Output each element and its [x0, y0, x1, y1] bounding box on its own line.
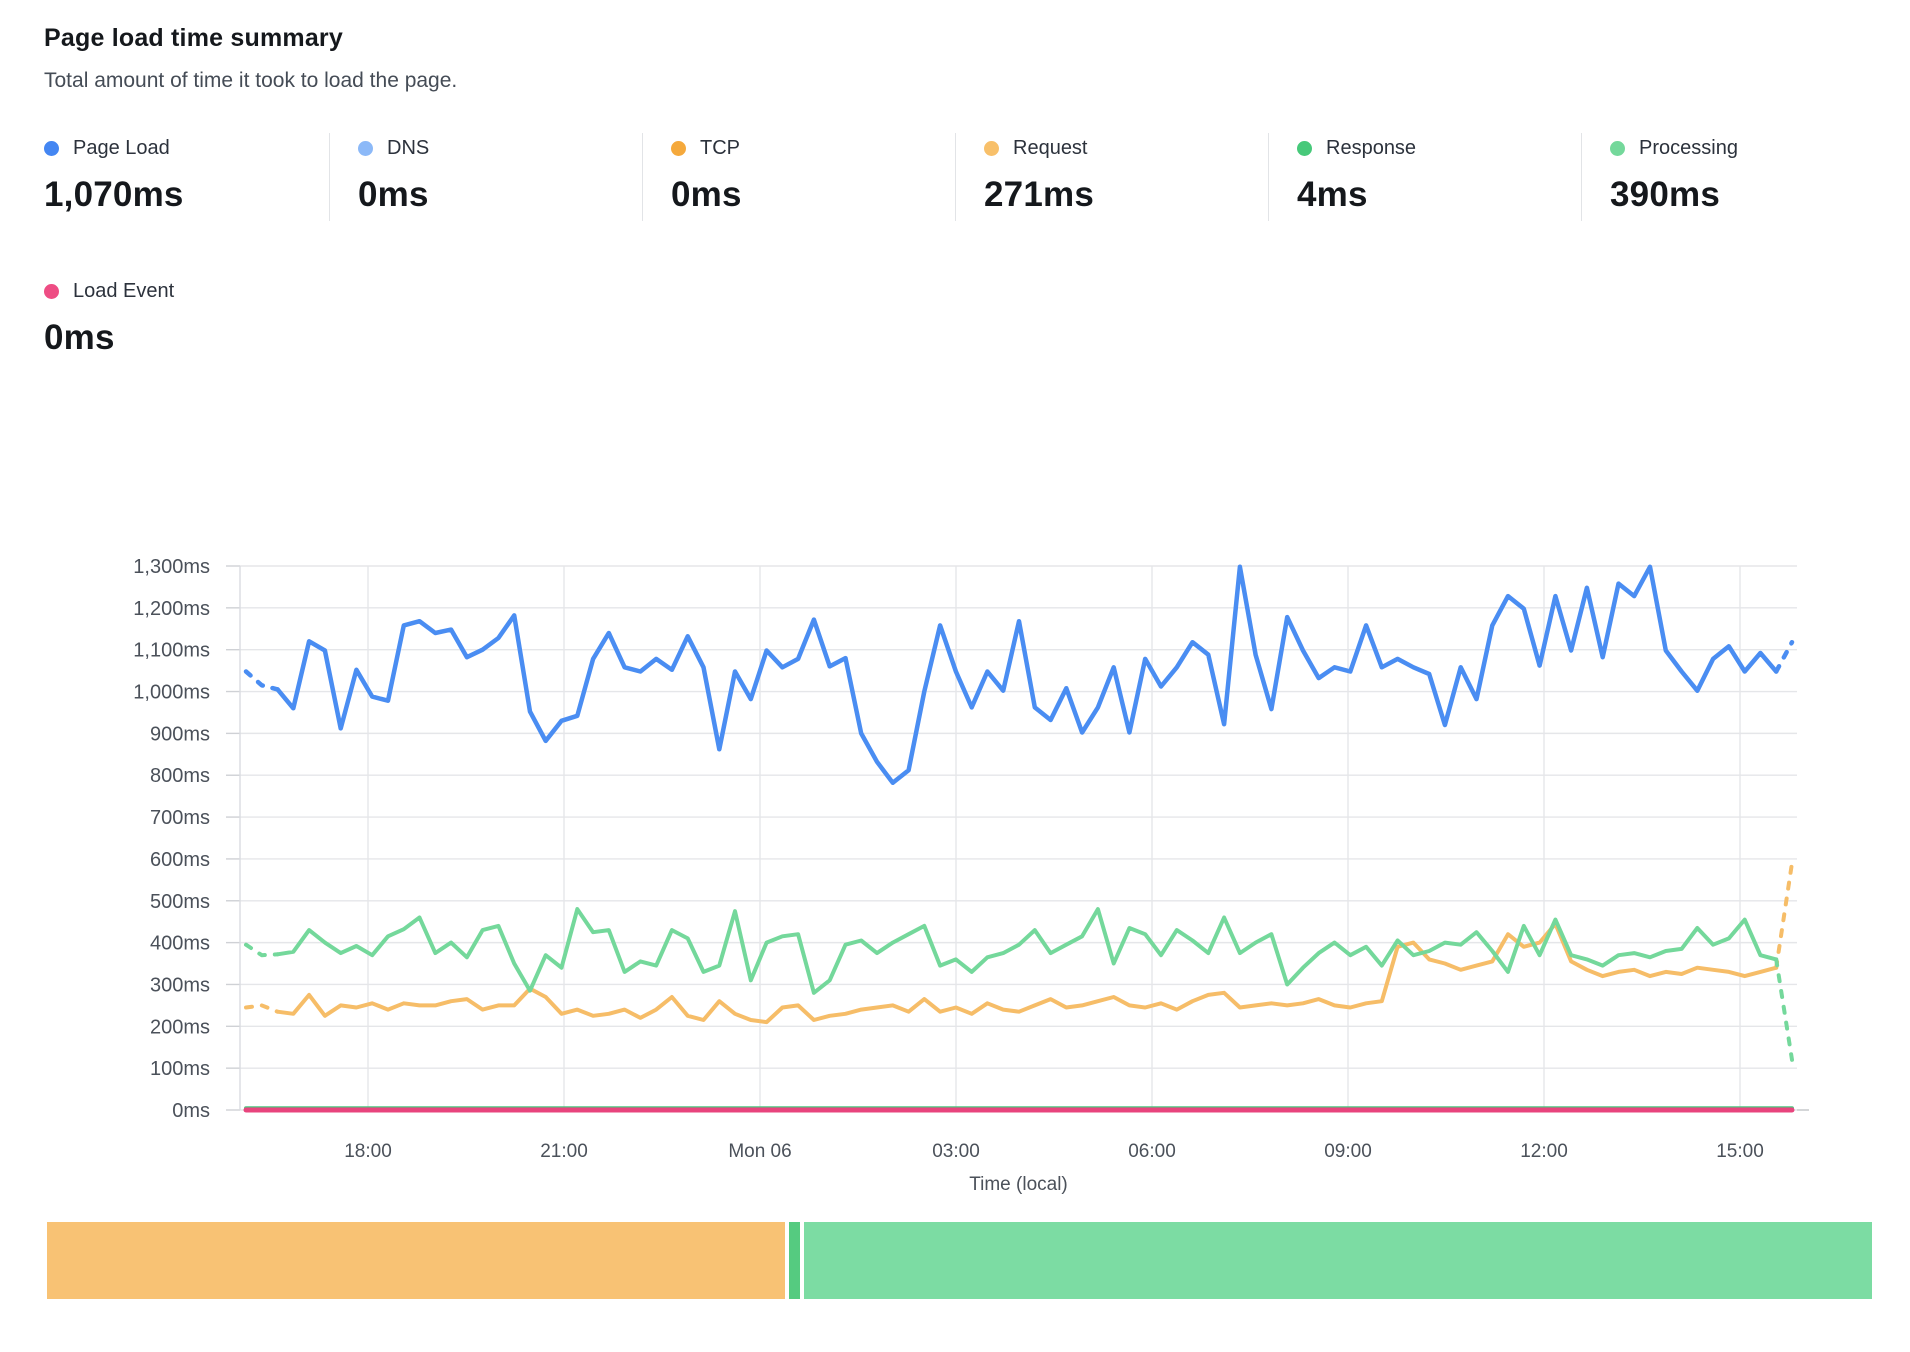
- y-axis-tick-label: 700ms: [150, 807, 210, 829]
- stat-value: 0ms: [671, 175, 955, 215]
- header: Page load time summary Total amount of t…: [44, 24, 457, 93]
- page-load-legend-dot: [44, 141, 59, 156]
- metric-summary-row-2: Load Event 0ms: [16, 276, 329, 364]
- stat-label: Processing: [1639, 137, 1738, 160]
- load-event-legend-dot: [44, 284, 59, 299]
- series-dashed-tail: [1776, 642, 1792, 671]
- metric-summary-row: Page Load 1,070ms DNS 0ms TCP 0ms Reques…: [16, 133, 1894, 221]
- stat-load-event: Load Event 0ms: [16, 276, 329, 364]
- request-legend-dot: [984, 141, 999, 156]
- y-axis-tick-label: 100ms: [150, 1058, 210, 1080]
- x-axis-title: Time (local): [969, 1174, 1068, 1195]
- stat-page-load: Page Load 1,070ms: [16, 133, 329, 221]
- stat-dns: DNS 0ms: [329, 133, 642, 221]
- y-axis-tick-label: 500ms: [150, 891, 210, 913]
- x-axis-tick-label: 06:00: [1128, 1141, 1176, 1162]
- timeline-bar-segment[interactable]: [47, 1222, 785, 1299]
- series-dashed-tail: [1776, 863, 1792, 968]
- response-legend-dot: [1297, 141, 1312, 156]
- series-line-processing: [278, 909, 1777, 993]
- stat-value: 0ms: [358, 175, 642, 215]
- y-axis-tick-label: 1,000ms: [133, 682, 210, 704]
- timeline-status-bar[interactable]: [47, 1222, 1864, 1299]
- stat-tcp: TCP 0ms: [642, 133, 955, 221]
- series-dashed-lead: [246, 945, 278, 956]
- y-axis-tick-label: 800ms: [150, 765, 210, 787]
- timeline-bar-segment[interactable]: [789, 1222, 800, 1299]
- page-load-time-summary-panel: Page load time summary Total amount of t…: [0, 0, 1910, 1352]
- y-axis-tick-label: 400ms: [150, 933, 210, 955]
- series-line-page-load: [278, 567, 1777, 783]
- stat-request: Request 271ms: [955, 133, 1268, 221]
- y-axis-tick-label: 1,100ms: [133, 640, 210, 662]
- stat-value: 4ms: [1297, 175, 1581, 215]
- y-axis-tick-label: 200ms: [150, 1016, 210, 1038]
- series-dashed-lead: [246, 1005, 278, 1011]
- x-axis-tick-label: 03:00: [932, 1141, 980, 1162]
- x-axis-tick-label: 12:00: [1520, 1141, 1568, 1162]
- dns-legend-dot: [358, 141, 373, 156]
- chart-canvas[interactable]: 0ms 100ms 200ms 300ms 400ms 500ms 600ms 700ms 80…: [0, 420, 1910, 1220]
- y-axis-tick-label: 900ms: [150, 723, 210, 745]
- tcp-legend-dot: [671, 141, 686, 156]
- series-dashed-lead: [246, 672, 278, 690]
- stat-label: Response: [1326, 137, 1416, 160]
- stat-label: TCP: [700, 137, 740, 160]
- x-axis-tick-label: 18:00: [344, 1141, 392, 1162]
- stat-label: Page Load: [73, 137, 170, 160]
- page-title: Page load time summary: [44, 24, 457, 53]
- processing-legend-dot: [1610, 141, 1625, 156]
- stat-response: Response 4ms: [1268, 133, 1581, 221]
- stat-processing: Processing 390ms: [1581, 133, 1894, 221]
- x-axis-tick-label: 15:00: [1716, 1141, 1764, 1162]
- y-axis-tick-label: 600ms: [150, 849, 210, 871]
- y-axis-tick-label: 1,200ms: [133, 598, 210, 620]
- x-axis-tick-label: 21:00: [540, 1141, 588, 1162]
- y-axis-tick-label: 0ms: [172, 1100, 210, 1122]
- y-axis-tick-label: 1,300ms: [133, 556, 210, 578]
- load-time-line-chart[interactable]: 0ms 100ms 200ms 300ms 400ms 500ms 600ms 700ms 80…: [0, 420, 1910, 1220]
- stat-label: Request: [1013, 137, 1088, 160]
- stat-value: 0ms: [44, 318, 329, 358]
- stat-value: 271ms: [984, 175, 1268, 215]
- series-dashed-tail: [1776, 959, 1792, 1059]
- stat-label: DNS: [387, 137, 429, 160]
- timeline-bar-segment[interactable]: [804, 1222, 1872, 1299]
- stat-value: 390ms: [1610, 175, 1894, 215]
- x-axis-tick-label: Mon 06: [728, 1141, 791, 1162]
- stat-value: 1,070ms: [44, 175, 329, 215]
- y-axis-tick-label: 300ms: [150, 974, 210, 996]
- stat-label: Load Event: [73, 280, 174, 303]
- x-axis-tick-label: 09:00: [1324, 1141, 1372, 1162]
- page-subtitle: Total amount of time it took to load the…: [44, 69, 457, 93]
